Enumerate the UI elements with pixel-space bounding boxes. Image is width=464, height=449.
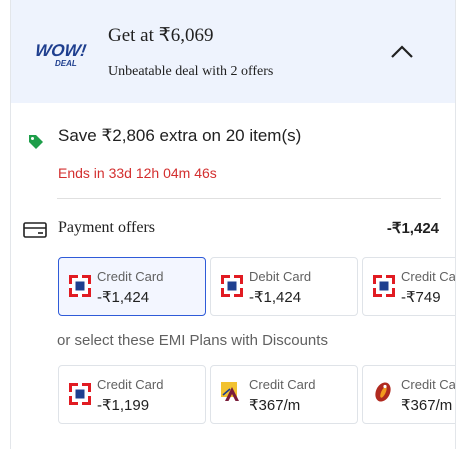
emi-offer-card-axis[interactable]: Credit Card ₹367/m (210, 365, 358, 424)
tag-icon (29, 135, 43, 149)
card-type-label: Credit Card (97, 269, 164, 284)
hdfc-icon (69, 275, 91, 297)
card-type-label: Credit Card (249, 377, 316, 392)
emi-amount: -₹1,199 (97, 397, 150, 414)
emi-amount: ₹367/m (401, 397, 453, 414)
payment-offer-card-debit[interactable]: Debit Card -₹1,424 (210, 257, 358, 316)
card-discount-amount: -₹749 (401, 289, 441, 306)
offers-panel: WOW! DEAL Get at ₹6,069 Unbeatable deal … (10, 0, 456, 449)
extra-savings-text: Save ₹2,806 extra on 20 item(s) (58, 126, 302, 145)
wow-deal-logo: WOW! DEAL (35, 41, 88, 68)
deal-price-title: Get at ₹6,069 (108, 25, 214, 46)
card-type-label: Credit Card (97, 377, 164, 392)
card-type-label: Credit Card (401, 377, 456, 392)
svg-text:DEAL: DEAL (55, 59, 77, 68)
payment-offer-card-credit-2[interactable]: Credit Card -₹749 (362, 257, 456, 316)
card-type-label: Debit Card (249, 269, 312, 284)
deal-header[interactable]: WOW! DEAL Get at ₹6,069 Unbeatable deal … (11, 0, 455, 103)
hdfc-icon (373, 275, 395, 297)
icici-bank-icon (375, 382, 391, 402)
payment-offer-card-credit[interactable]: Credit Card -₹1,424 (58, 257, 206, 316)
offer-countdown: Ends in 33d 12h 04m 46s (58, 165, 217, 181)
axis-bank-icon (221, 382, 239, 401)
hdfc-icon (221, 275, 243, 297)
payment-offers-title: Payment offers (58, 219, 156, 236)
svg-text:WOW!: WOW! (35, 41, 88, 60)
emi-plans-heading: or select these EMI Plans with Discounts (57, 332, 328, 349)
payment-offers-amount: -₹1,424 (386, 220, 439, 237)
emi-amount: ₹367/m (249, 397, 301, 414)
hdfc-icon (69, 383, 91, 405)
deal-subtitle: Unbeatable deal with 2 offers (108, 64, 274, 79)
emi-offer-card-icici[interactable]: Credit Card ₹367/m (362, 365, 456, 424)
credit-card-icon (23, 222, 47, 238)
chevron-up-icon[interactable] (389, 42, 415, 62)
card-discount-amount: -₹1,424 (249, 289, 302, 306)
divider (57, 198, 441, 199)
card-type-label: Credit Card (401, 269, 456, 284)
emi-offer-card-hdfc[interactable]: Credit Card -₹1,199 (58, 365, 206, 424)
card-discount-amount: -₹1,424 (97, 289, 150, 306)
